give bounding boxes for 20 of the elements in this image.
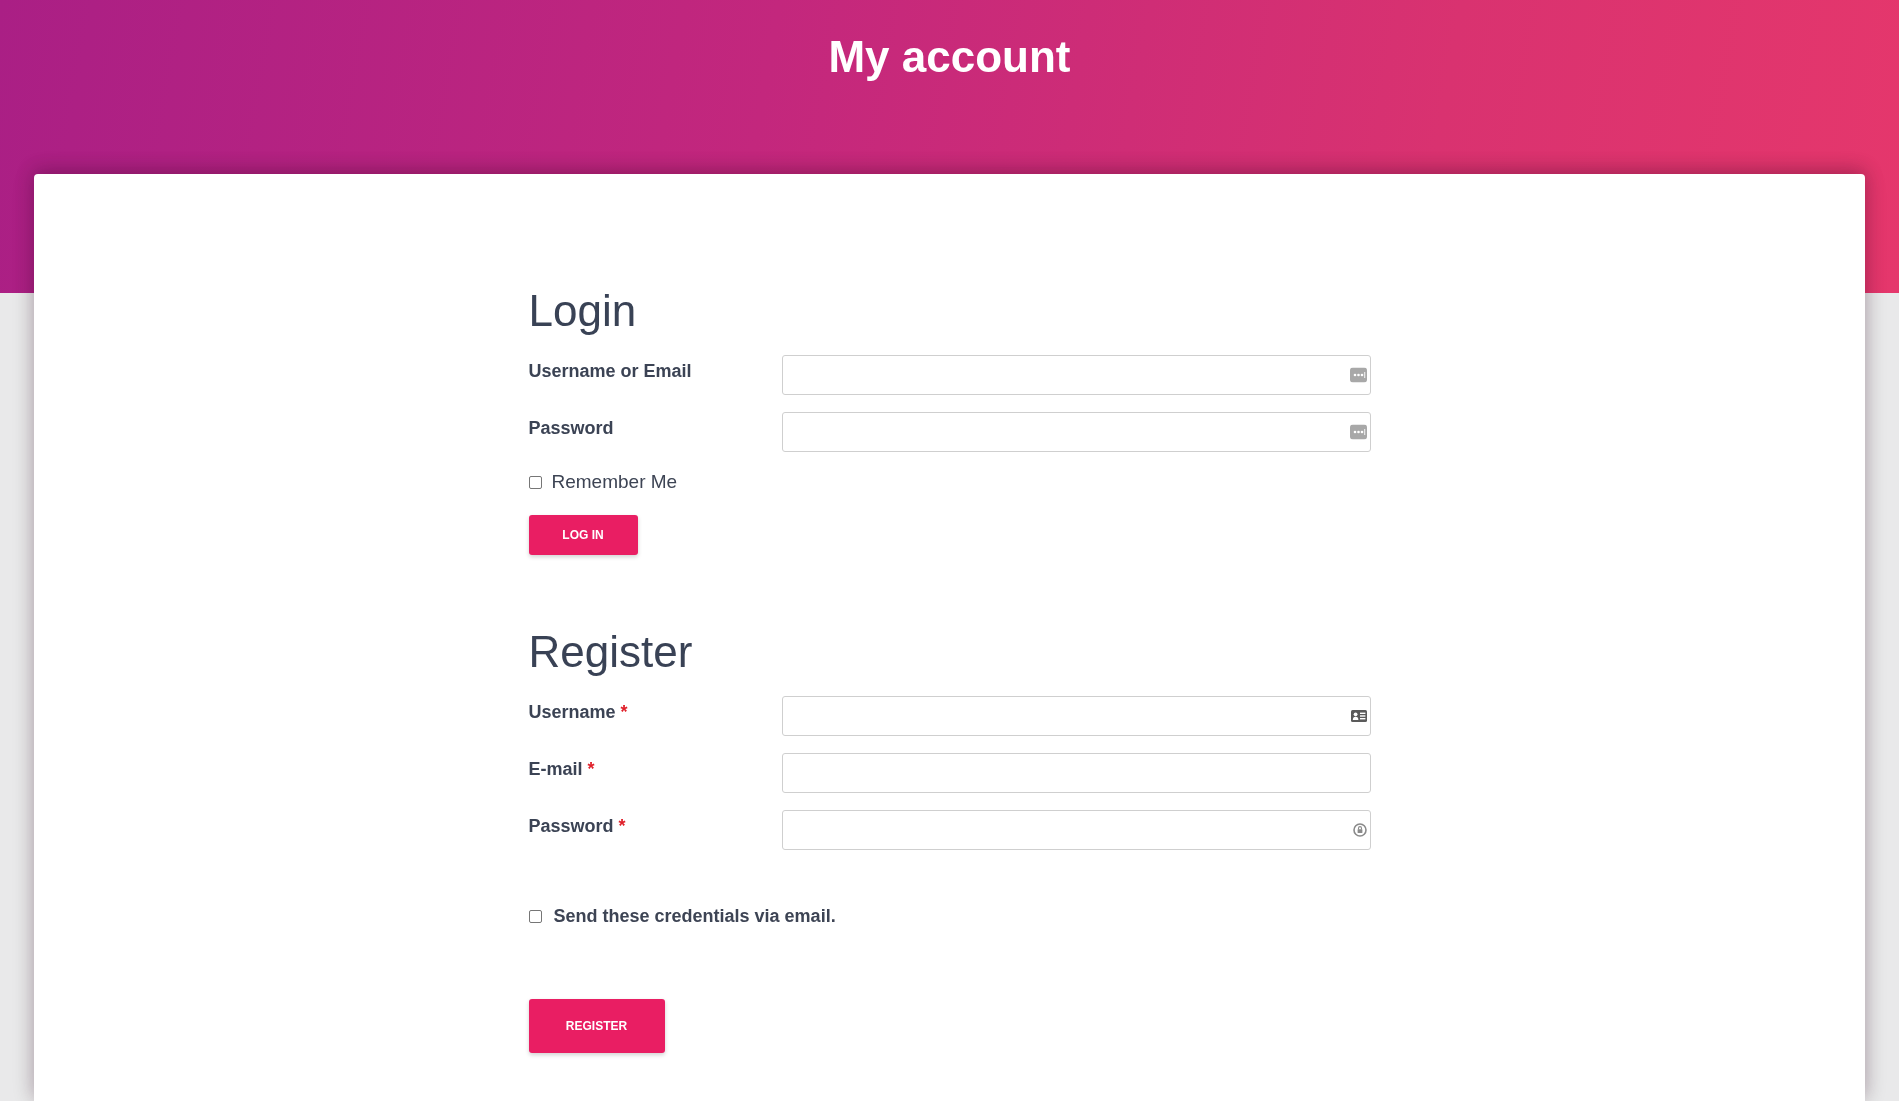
input-field[interactable] — [781, 696, 1371, 736]
field-label: Password — [528, 417, 614, 440]
field-label: Password * — [528, 815, 626, 838]
checkbox[interactable] — [528, 475, 542, 489]
section-heading: Register — [528, 626, 693, 678]
checkbox-label: Remember Me — [551, 470, 678, 494]
page-title: My account — [828, 31, 1071, 83]
input-field[interactable] — [781, 355, 1371, 395]
checkbox[interactable] — [528, 909, 542, 923]
field-label: Username * — [528, 701, 628, 724]
input-field[interactable] — [781, 412, 1371, 452]
section-heading: Login — [528, 285, 637, 337]
input-field[interactable] — [781, 810, 1371, 850]
field-label: Username or Email — [528, 360, 692, 383]
input-field[interactable] — [781, 753, 1371, 793]
lock-icon[interactable] — [1352, 823, 1367, 837]
login-button[interactable]: LOG IN — [528, 515, 638, 555]
field-label: E-mail * — [528, 758, 595, 781]
register-button[interactable]: REGISTER — [528, 999, 665, 1053]
checkbox-label: Send these credentials via email. — [553, 905, 836, 928]
